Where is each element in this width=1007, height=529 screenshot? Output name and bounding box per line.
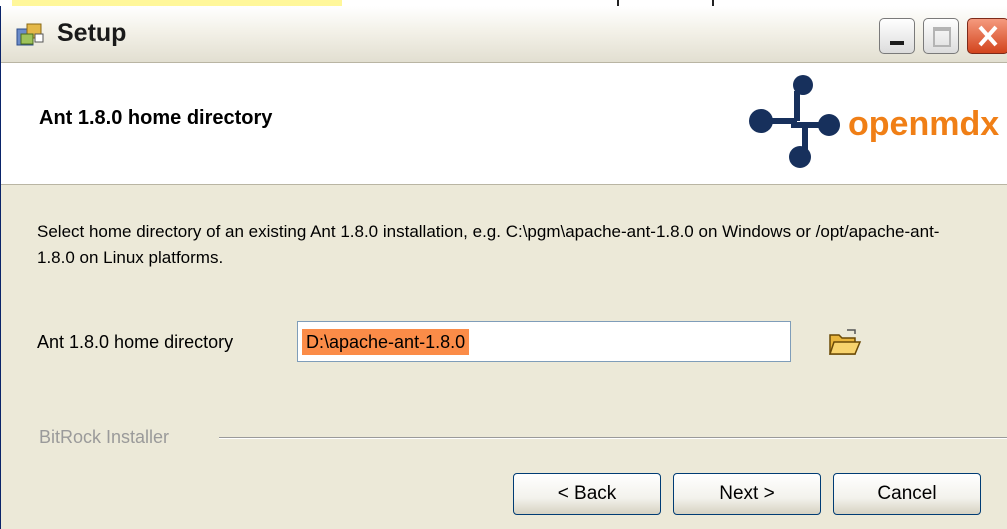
- window-title: Setup: [57, 19, 127, 47]
- next-button[interactable]: Next >: [673, 473, 821, 515]
- cancel-button[interactable]: Cancel: [833, 473, 981, 515]
- minimize-button[interactable]: [879, 18, 915, 54]
- close-icon: [978, 25, 998, 47]
- close-button[interactable]: [967, 18, 1007, 54]
- page-title: Ant 1.8.0 home directory: [39, 107, 273, 129]
- logo-text: openmdx: [848, 105, 999, 143]
- home-directory-label: Ant 1.8.0 home directory: [37, 332, 234, 352]
- back-button[interactable]: < Back: [513, 473, 661, 515]
- maximize-button[interactable]: [923, 18, 959, 54]
- setup-app-icon: [16, 23, 44, 46]
- brand-divider: [219, 437, 1007, 439]
- home-directory-input[interactable]: D:\apache-ant-1.8.0: [297, 321, 791, 362]
- folder-open-icon[interactable]: [827, 326, 863, 360]
- title-bar[interactable]: Setup: [1, 6, 1007, 63]
- home-directory-value: D:\apache-ant-1.8.0: [302, 329, 470, 355]
- setup-window: Setup Ant 1.8.0 home directory openmdx S…: [0, 6, 1007, 529]
- openmdx-logo: openmdx: [749, 75, 999, 168]
- header-panel: Ant 1.8.0 home directory openmdx: [1, 63, 1007, 185]
- instruction-text: Select home directory of an existing Ant…: [37, 222, 940, 267]
- installer-brand: BitRock Installer: [39, 427, 170, 447]
